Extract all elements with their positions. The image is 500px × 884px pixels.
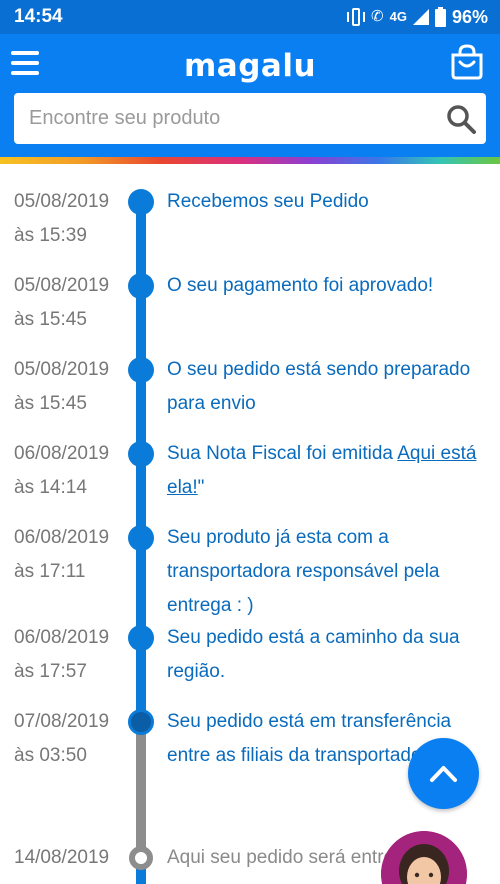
network-label: 4G — [389, 9, 407, 24]
shopping-bag-icon[interactable] — [450, 44, 484, 80]
event-description: Recebemos seu Pedido — [167, 191, 369, 212]
timeline-dot — [128, 441, 154, 467]
timeline-dot — [128, 625, 154, 651]
search-box — [14, 93, 486, 144]
timeline-pending-line — [136, 719, 146, 859]
event-time: às 15:45 — [14, 309, 87, 330]
event-time: às 15:45 — [14, 393, 87, 414]
event-date: 14/08/2019 — [14, 847, 110, 868]
event-date: 06/08/2019 — [14, 627, 110, 648]
volte-call-icon: ✆ — [371, 8, 384, 25]
scroll-to-top-button[interactable] — [408, 738, 479, 809]
event-date: 05/08/2019 — [14, 359, 110, 380]
app-header: magalu — [0, 34, 500, 158]
timeline-dot-pending — [129, 846, 153, 870]
status-bar: 14:54 ✆ 4G 96% — [0, 0, 500, 34]
event-date: 06/08/2019 — [14, 527, 110, 548]
timeline-dot — [128, 273, 154, 299]
event-time: às 15:39 — [14, 225, 87, 246]
timeline-dot — [128, 525, 154, 551]
event-date: 06/08/2019 — [14, 443, 110, 464]
order-tracking-screen: 14:54 ✆ 4G 96% magalu Encontre seu produ… — [0, 0, 500, 884]
event-description: Sua Nota Fiscal foi emitida Aqui está el… — [167, 437, 487, 505]
chevron-up-icon — [430, 766, 457, 782]
event-date: 05/08/2019 — [14, 275, 110, 296]
timeline-dot-current — [128, 709, 154, 735]
event-time: às 03:50 — [14, 745, 87, 766]
event-time: às 17:57 — [14, 661, 87, 682]
status-icons: ✆ 4G 96% — [347, 6, 488, 28]
search-icon[interactable] — [446, 104, 476, 134]
event-date: 05/08/2019 — [14, 191, 110, 212]
signal-icon — [412, 9, 429, 25]
magalu-logo[interactable]: magalu — [0, 48, 500, 84]
event-time: às 14:14 — [14, 477, 87, 498]
event-description-suffix: " — [197, 477, 205, 498]
event-description: Seu pedido está a caminho da sua região. — [167, 627, 460, 682]
vibrate-icon — [347, 7, 366, 27]
event-date: 07/08/2019 — [14, 711, 110, 732]
timeline-dot — [128, 357, 154, 383]
event-description: O seu pagamento foi aprovado! — [167, 275, 434, 296]
timeline-dot — [128, 189, 154, 215]
brand-color-stripe — [0, 157, 500, 164]
status-time: 14:54 — [14, 6, 63, 27]
event-description-text: Sua Nota Fiscal foi emitida — [167, 443, 398, 464]
search-input[interactable] — [14, 93, 434, 144]
battery-icon — [434, 7, 446, 27]
battery-level: 96% — [451, 6, 488, 27]
event-time: às 17:11 — [14, 561, 86, 582]
event-description: O seu pedido está sendo preparado para e… — [167, 359, 471, 414]
event-description: Seu produto já esta com a transportadora… — [167, 527, 440, 616]
